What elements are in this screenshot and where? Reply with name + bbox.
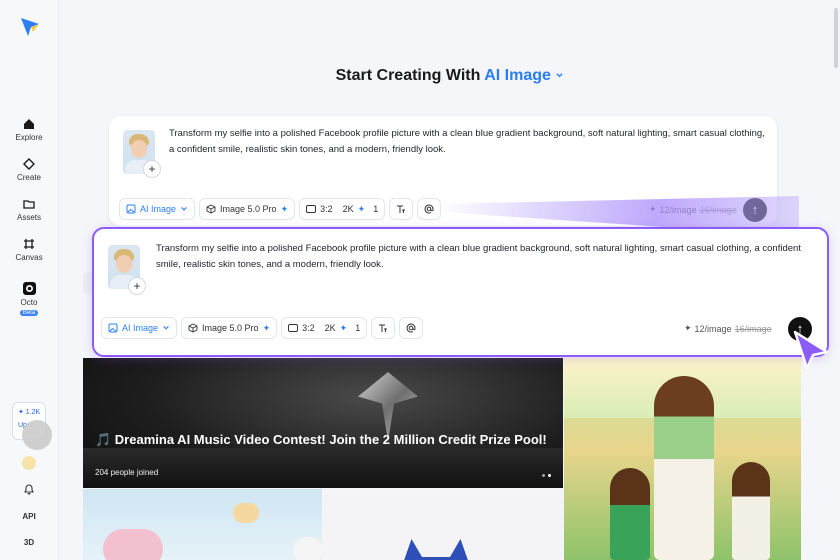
sidebar-item-label: Create <box>16 173 41 182</box>
folder-icon <box>23 200 35 209</box>
prompt-toolbar: AI Image Image 5.0 Pro ✦ 3:2 2K ✦ 1 <box>119 198 442 220</box>
sidebar-item-canvas[interactable]: Canvas <box>0 238 58 262</box>
model-label: Image 5.0 Pro <box>220 204 277 214</box>
gallery-tile[interactable] <box>323 489 563 560</box>
text-style-button[interactable] <box>371 317 396 339</box>
scrollbar[interactable] <box>834 8 838 68</box>
banner-title: 🎵 Dreamina AI Music Video Contest! Join … <box>95 432 547 447</box>
ratio-label: 3:2 <box>302 323 315 333</box>
page-title: Start Creating With AI Image <box>59 67 840 85</box>
text-icon <box>379 324 388 332</box>
canvas-icon <box>24 239 34 249</box>
cube-icon <box>206 204 216 214</box>
image-icon <box>126 204 136 214</box>
gallery-tile[interactable] <box>564 358 801 560</box>
api-link[interactable]: API <box>0 512 58 521</box>
aspect-ratio-icon <box>306 205 317 213</box>
count-label: 1 <box>355 323 361 333</box>
sparkle-icon: ✦ <box>357 203 366 214</box>
price-current: 12/image <box>694 323 732 334</box>
sidebar-item-assets[interactable]: Assets <box>0 198 58 222</box>
cube-icon <box>188 323 198 333</box>
add-image-button[interactable]: + <box>143 160 161 178</box>
mention-button[interactable] <box>417 198 442 220</box>
carousel-dots[interactable] <box>542 474 551 477</box>
sparkle-icon: ✦ <box>262 322 271 333</box>
contest-banner[interactable]: 🎵 Dreamina AI Music Video Contest! Join … <box>83 358 563 488</box>
home-icon <box>24 119 34 129</box>
inspiration-gallery: 🎵 Dreamina AI Music Video Contest! Join … <box>83 358 801 560</box>
mention-button[interactable] <box>399 317 424 339</box>
sidebar-item-label: Octo <box>20 298 38 307</box>
chevron-down-icon[interactable] <box>555 71 564 80</box>
count-label: 1 <box>373 204 379 214</box>
prompt-input[interactable]: Transform my selfie into a polished Face… <box>169 126 769 158</box>
credits-amount: ✦ 1.2K <box>18 409 41 416</box>
text-icon <box>397 205 406 213</box>
sidebar-item-explore[interactable]: Explore <box>0 118 58 142</box>
beta-badge: Beta <box>19 310 39 316</box>
mode-label: AI Image <box>122 323 159 333</box>
model-select[interactable]: Image 5.0 Pro ✦ <box>181 317 278 339</box>
user-avatar[interactable] <box>22 456 36 470</box>
prompt-card-zoomed[interactable]: + Transform my selfie into a polished Fa… <box>92 227 829 357</box>
image-icon <box>108 323 118 333</box>
price-original: 16/image <box>734 323 772 334</box>
gallery-tile[interactable] <box>83 489 322 560</box>
sidebar: Explore Create Assets Canvas Octo Beta ✦… <box>0 0 58 560</box>
model-select[interactable]: Image 5.0 Pro ✦ <box>199 198 296 220</box>
at-icon <box>424 204 434 214</box>
price-info: ✦ 12/image 16/image <box>684 323 772 334</box>
dreamina-logo[interactable] <box>18 14 42 38</box>
banner-participants: 204 people joined <box>95 468 159 477</box>
sidebar-item-label: Assets <box>16 213 41 222</box>
mode-select[interactable]: AI Image <box>101 317 178 339</box>
diamond-icon <box>23 158 35 170</box>
model-label: Image 5.0 Pro <box>202 323 259 333</box>
prompt-toolbar: AI Image Image 5.0 Pro ✦ 3:2 2K ✦ 1 <box>101 317 424 339</box>
aspect-ratio-icon <box>288 324 299 332</box>
mouse-pointer-icon <box>793 330 829 370</box>
chevron-down-icon <box>163 326 169 330</box>
title-prefix: Start Creating With <box>335 67 485 84</box>
chevron-down-icon <box>181 207 187 211</box>
bell-icon[interactable] <box>23 483 35 495</box>
sidebar-item-octo[interactable]: Octo Beta <box>0 282 58 316</box>
cursor-touch-indicator <box>22 420 52 450</box>
text-style-button[interactable] <box>389 198 414 220</box>
add-image-button[interactable]: + <box>128 277 146 295</box>
main-area: Start Creating With AI Image + Transform… <box>58 0 840 560</box>
mode-label: AI Image <box>140 204 177 214</box>
ratio-resolution-select[interactable]: 3:2 2K ✦ 1 <box>281 317 368 339</box>
sidebar-item-label: Explore <box>15 133 43 142</box>
resolution-label: 2K <box>324 323 336 333</box>
3d-link[interactable]: 3D <box>0 538 58 547</box>
mode-select[interactable]: AI Image <box>119 198 196 220</box>
title-accent[interactable]: AI Image <box>484 67 551 84</box>
ratio-resolution-select[interactable]: 3:2 2K ✦ 1 <box>299 198 386 220</box>
credit-icon: ✦ <box>684 323 692 333</box>
octo-icon <box>22 282 36 295</box>
ratio-label: 3:2 <box>320 204 333 214</box>
sidebar-item-label: Canvas <box>15 253 43 262</box>
sparkle-icon: ✦ <box>280 203 289 214</box>
prompt-input[interactable]: Transform my selfie into a polished Face… <box>156 241 816 273</box>
at-icon <box>406 323 416 333</box>
sparkle-icon: ✦ <box>339 322 348 333</box>
resolution-label: 2K <box>342 204 354 214</box>
sidebar-item-create[interactable]: Create <box>0 158 58 182</box>
